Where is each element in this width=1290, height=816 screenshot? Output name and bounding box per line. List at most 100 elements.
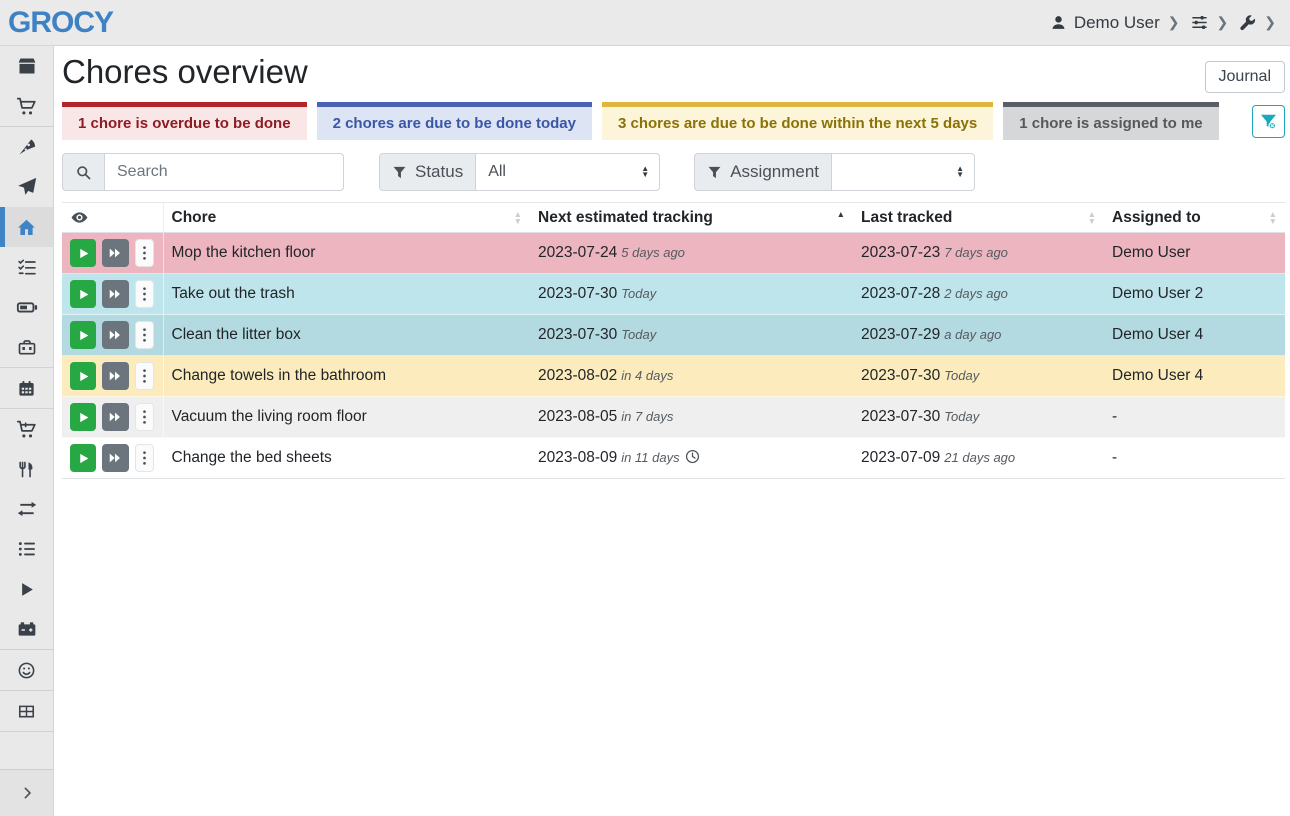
- skip-chore-button[interactable]: [102, 403, 128, 431]
- sidebar-item-batteries-overview[interactable]: [0, 287, 53, 327]
- table-row: Vacuum the living room floor 2023-08-05i…: [62, 397, 1285, 438]
- track-chore-button[interactable]: [70, 444, 96, 472]
- next-tracking-cell: 2023-07-245 days ago: [530, 233, 853, 274]
- top-header-bar: GROCY Demo User ❯ ❯ ❯: [0, 0, 1290, 46]
- assigned-to-cell: Demo User 2: [1104, 274, 1285, 315]
- track-chore-button[interactable]: [70, 362, 96, 390]
- table-row: Change the bed sheets 2023-08-09in 11 da…: [62, 438, 1285, 479]
- status-filter-addon: Status: [379, 153, 476, 191]
- filter-circle-xmark-icon: [1259, 112, 1278, 131]
- track-chore-button[interactable]: [70, 321, 96, 349]
- chore-name: Clean the litter box: [163, 315, 530, 356]
- user-menu[interactable]: Demo User: [1050, 13, 1160, 33]
- track-chore-button[interactable]: [70, 280, 96, 308]
- column-header-label: Last tracked: [861, 209, 952, 227]
- assigned-to-cell: Demo User 4: [1104, 356, 1285, 397]
- box-icon: [17, 56, 37, 76]
- column-header-assigned-to[interactable]: Assigned to▲▼: [1104, 203, 1285, 233]
- column-header-label: Chore: [172, 209, 217, 227]
- sidebar-item-stock-overview[interactable]: [0, 46, 53, 86]
- table-row: Change towels in the bathroom 2023-08-02…: [62, 356, 1285, 397]
- admin-menu[interactable]: [1238, 14, 1256, 32]
- sidebar-item-transfer[interactable]: [0, 489, 53, 529]
- skip-chore-button[interactable]: [102, 239, 128, 267]
- track-chore-button[interactable]: [70, 239, 96, 267]
- table-row: Clean the litter box 2023-07-30Today 202…: [62, 315, 1285, 356]
- sidebar-item-inventory[interactable]: [0, 529, 53, 569]
- sidebar-item-consume[interactable]: [0, 449, 53, 489]
- track-chore-button[interactable]: [70, 403, 96, 431]
- next-tracking-cell: 2023-07-30Today: [530, 274, 853, 315]
- sidebar-item-recipes[interactable]: [0, 127, 53, 167]
- table-row: Take out the trash 2023-07-30Today 2023-…: [62, 274, 1285, 315]
- exchange-icon: [17, 499, 37, 519]
- select-caret-icon: ▲▼: [956, 166, 964, 178]
- next-tracking-cell: 2023-08-09in 11 days: [530, 438, 853, 479]
- search-input[interactable]: [105, 153, 344, 191]
- sidebar-item-tasks[interactable]: [0, 247, 53, 287]
- sidebar-item-equipment[interactable]: [0, 327, 53, 367]
- column-header-next-tracking[interactable]: Next estimated tracking▲▼: [530, 203, 853, 233]
- sidebar-item-purchase[interactable]: [0, 409, 53, 449]
- status-card-due-today: 2 chores are due to be done today: [317, 102, 592, 140]
- pizza-icon: [17, 137, 37, 157]
- skip-chore-button[interactable]: [102, 362, 128, 390]
- status-filter-label: Status: [415, 162, 463, 182]
- column-header-chore[interactable]: Chore▲▼: [163, 203, 530, 233]
- sidebar-item-table[interactable]: [0, 691, 53, 731]
- assignment-filter-addon: Assignment: [694, 153, 832, 191]
- chevron-right-icon: ❯: [1217, 14, 1229, 31]
- row-menu-button[interactable]: [135, 321, 155, 349]
- skip-chore-button[interactable]: [102, 321, 128, 349]
- status-select[interactable]: All ▲▼: [476, 153, 660, 191]
- status-card-overdue: 1 chore is overdue to be done: [62, 102, 307, 140]
- main-content: Chores overview Journal 1 chore is overd…: [54, 46, 1290, 816]
- sidebar-item-battery-tracking[interactable]: [0, 609, 53, 649]
- sidebar-item-meal-plan[interactable]: [0, 167, 53, 207]
- table-icon: [17, 702, 36, 721]
- filter-icon: [392, 165, 407, 180]
- cart-icon: [16, 96, 37, 117]
- sidebar-collapse-toggle[interactable]: [0, 769, 53, 816]
- sidebar-item-chore-tracking[interactable]: [0, 569, 53, 609]
- user-icon: [1050, 14, 1067, 31]
- assigned-to-cell: -: [1104, 438, 1285, 479]
- sidebar-item-chores-overview[interactable]: [0, 207, 53, 247]
- sort-asc-icon: ▲▼: [831, 211, 845, 224]
- chores-table: Chore▲▼ Next estimated tracking▲▼ Last t…: [62, 202, 1285, 479]
- row-menu-button[interactable]: [135, 444, 155, 472]
- journal-button[interactable]: Journal: [1205, 61, 1285, 93]
- sidebar: [0, 46, 54, 816]
- clear-filter-button[interactable]: [1252, 105, 1285, 138]
- list-icon: [17, 539, 37, 559]
- play-icon: [17, 580, 36, 599]
- eye-icon: [70, 208, 155, 227]
- column-header-last-tracked[interactable]: Last tracked▲▼: [853, 203, 1104, 233]
- next-tracking-cell: 2023-07-30Today: [530, 315, 853, 356]
- skip-chore-button[interactable]: [102, 444, 128, 472]
- wrench-icon: [1238, 14, 1256, 32]
- utensils-icon: [17, 460, 36, 479]
- car-battery-icon: [17, 619, 37, 639]
- next-tracking-cell: 2023-08-02in 4 days: [530, 356, 853, 397]
- sidebar-item-shopping-list[interactable]: [0, 86, 53, 126]
- assignment-select[interactable]: ▲▼: [832, 153, 975, 191]
- row-menu-button[interactable]: [135, 239, 155, 267]
- filter-icon: [707, 165, 722, 180]
- paper-plane-icon: [17, 177, 37, 197]
- assigned-to-cell: Demo User: [1104, 233, 1285, 274]
- sidebar-item-smiley[interactable]: [0, 650, 53, 690]
- smiley-icon: [17, 661, 36, 680]
- sidebar-item-calendar[interactable]: [0, 368, 53, 408]
- settings-menu[interactable]: [1190, 13, 1209, 32]
- row-menu-button[interactable]: [135, 362, 155, 390]
- skip-chore-button[interactable]: [102, 280, 128, 308]
- chore-name: Change the bed sheets: [163, 438, 530, 479]
- row-menu-button[interactable]: [135, 280, 155, 308]
- page-title: Chores overview: [62, 54, 308, 90]
- row-menu-button[interactable]: [135, 403, 155, 431]
- status-card-assigned-me: 1 chore is assigned to me: [1003, 102, 1218, 140]
- chore-name: Vacuum the living room floor: [163, 397, 530, 438]
- chevron-right-icon: [19, 785, 35, 801]
- app-logo[interactable]: GROCY: [8, 0, 113, 46]
